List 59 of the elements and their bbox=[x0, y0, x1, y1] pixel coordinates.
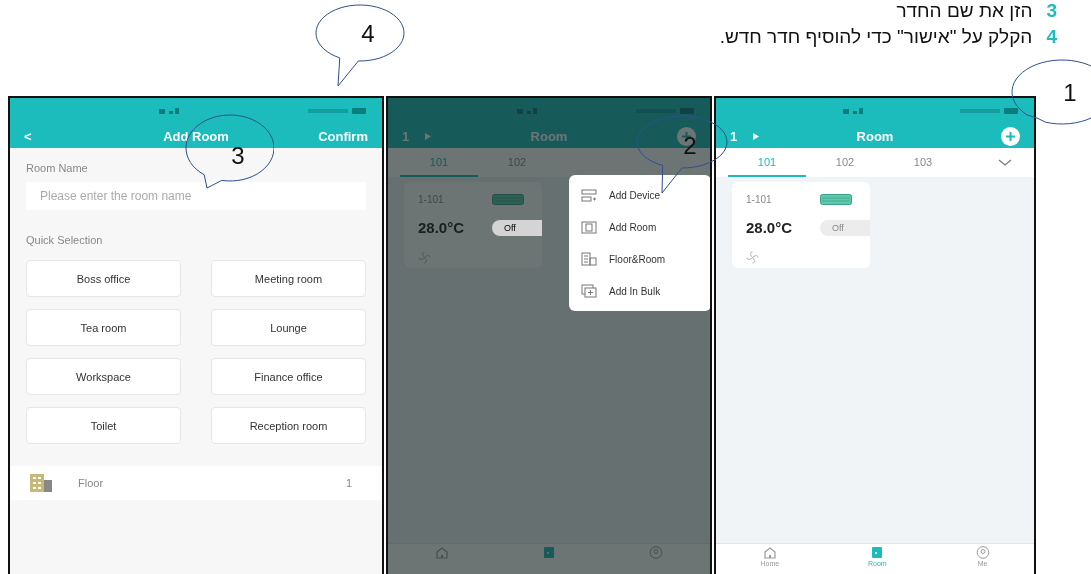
fan-icon bbox=[746, 250, 759, 264]
section-label: Quick Selection bbox=[26, 234, 104, 246]
room-name-field[interactable]: Please enter the room name bbox=[26, 182, 366, 210]
menu-item[interactable]: Floor&Room bbox=[569, 243, 710, 275]
battery-icon bbox=[960, 107, 1020, 115]
step-text: הקלק על "אישור" כדי להוסיף חדר חדש. bbox=[719, 26, 1033, 48]
home-icon bbox=[434, 546, 449, 559]
building-icon bbox=[30, 474, 52, 492]
play-icon bbox=[753, 132, 760, 140]
callout-number: 3 bbox=[231, 142, 245, 169]
battery-icon bbox=[308, 107, 368, 115]
room-tab[interactable]: 103 bbox=[884, 148, 962, 177]
fan-icon bbox=[418, 250, 431, 264]
air-conditioner-icon bbox=[820, 194, 852, 206]
step-text: הזן את שם החדר bbox=[896, 0, 1033, 22]
signal-icon bbox=[843, 108, 864, 114]
device-name: 1-101 bbox=[746, 194, 773, 206]
list-add-icon bbox=[581, 188, 597, 202]
building-icon bbox=[581, 252, 597, 266]
air-conditioner-icon bbox=[492, 194, 524, 206]
floor-row[interactable]: Floor 1 bbox=[10, 466, 382, 500]
room-option-button[interactable]: Lounge bbox=[211, 309, 366, 346]
room-tab[interactable]: 102 bbox=[806, 148, 884, 177]
signal-icon bbox=[516, 108, 537, 114]
signal-icon bbox=[158, 108, 179, 114]
field-label: Room Name bbox=[26, 162, 89, 174]
room-option-button[interactable]: Finance office bbox=[211, 358, 366, 395]
chevron-down-icon bbox=[998, 158, 1012, 167]
play-icon bbox=[425, 132, 432, 140]
temperature-value: 28.0°C bbox=[746, 219, 794, 237]
device-card[interactable]: 1-101 28.0°C Off bbox=[732, 182, 870, 268]
status-pill: Off bbox=[492, 220, 542, 236]
callout-number: 1 bbox=[1063, 79, 1077, 106]
screen-title: Add Room bbox=[163, 128, 229, 144]
room-option-button[interactable]: Workspace bbox=[26, 358, 181, 395]
door-icon bbox=[542, 546, 556, 559]
door-icon bbox=[581, 220, 597, 234]
add-box-icon bbox=[581, 284, 597, 298]
room-option-button[interactable]: Meeting room bbox=[211, 260, 366, 297]
door-icon bbox=[870, 546, 885, 559]
status-pill: Off bbox=[820, 220, 870, 236]
user-icon bbox=[975, 546, 990, 559]
temperature-value: 28.0°C bbox=[418, 219, 466, 237]
room-option-button[interactable]: Reception room bbox=[211, 407, 366, 444]
menu-item[interactable]: Add Room bbox=[569, 211, 710, 243]
home-icon bbox=[762, 546, 777, 559]
user-icon bbox=[649, 546, 664, 559]
screen-title: Room bbox=[856, 128, 894, 144]
step-number: 3 bbox=[1046, 0, 1057, 22]
room-option-button[interactable]: Boss office bbox=[26, 260, 181, 297]
room-option-button[interactable]: Toilet bbox=[26, 407, 181, 444]
menu-item[interactable]: Add In Bulk bbox=[569, 275, 710, 307]
screen-title: Room bbox=[530, 128, 568, 144]
floor-value: 1 bbox=[345, 477, 352, 489]
menu-item[interactable]: Add Device bbox=[569, 179, 710, 211]
floor-label: Floor bbox=[78, 477, 105, 489]
step-number: 4 bbox=[1046, 26, 1057, 48]
callout-number: 4 bbox=[361, 20, 375, 47]
room-option-button[interactable]: Tea room bbox=[26, 309, 181, 346]
